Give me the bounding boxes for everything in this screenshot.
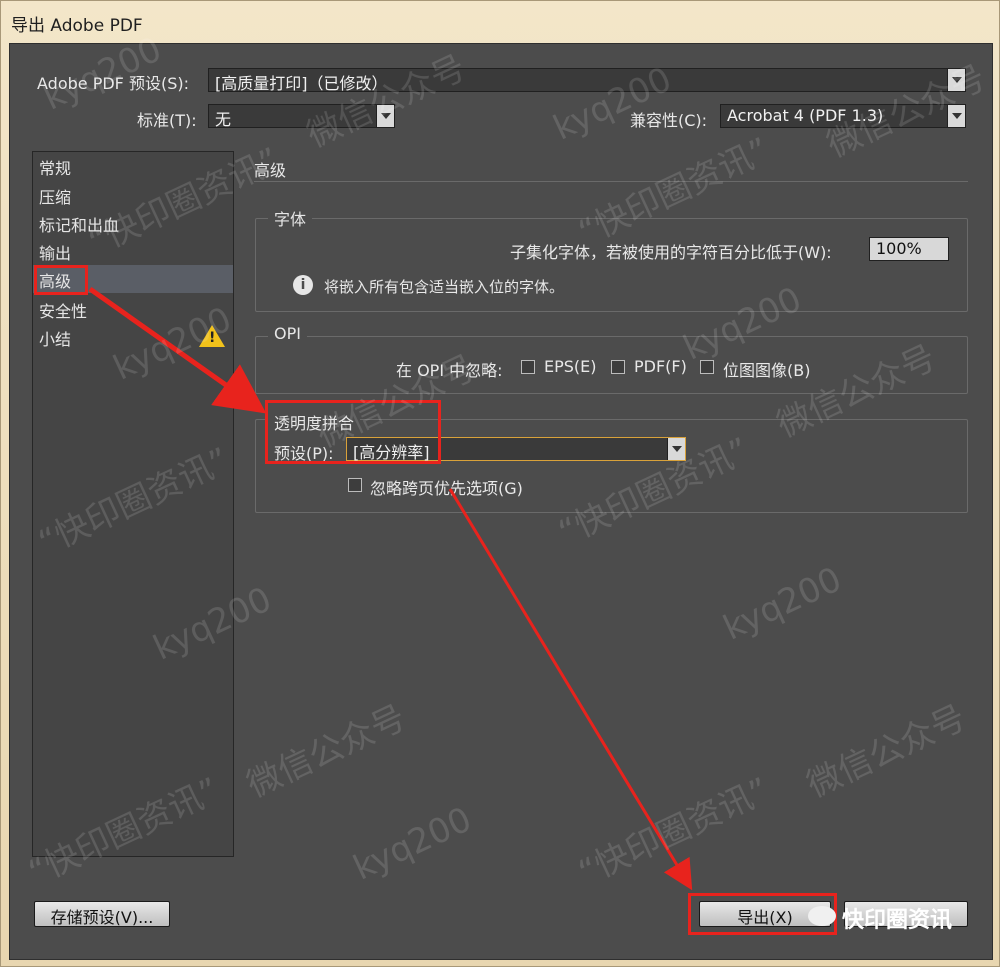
export-pdf-dialog: Adobe PDF 预设(S): [高质量打印]（已修改） 标准(T): 无 兼… xyxy=(9,29,993,960)
window-frame: 导出 Adobe PDF Adobe PDF 预设(S): [高质量打印]（已修… xyxy=(0,0,1000,967)
annotation-arrows xyxy=(88,286,693,891)
window-title: 导出 Adobe PDF xyxy=(11,16,143,36)
arrow-to-flatten xyxy=(88,286,267,414)
arrow-to-export xyxy=(448,488,693,891)
